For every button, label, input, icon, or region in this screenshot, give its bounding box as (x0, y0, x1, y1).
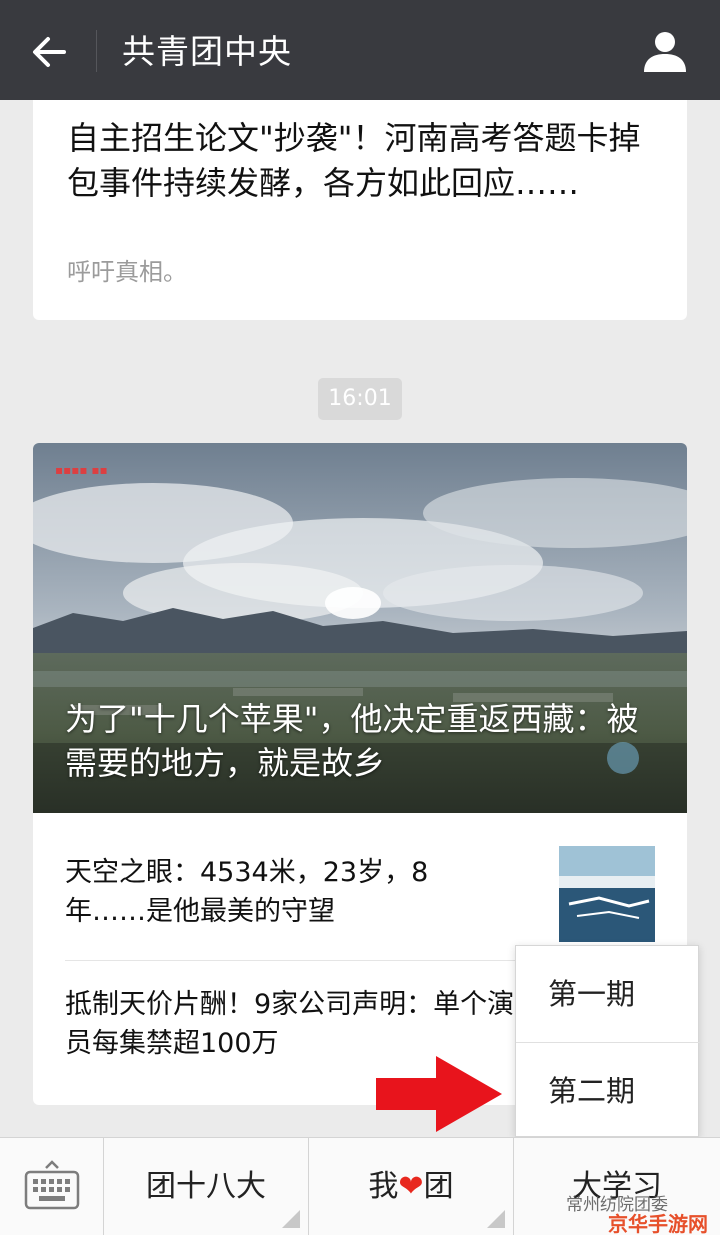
keyboard-icon (24, 1160, 80, 1210)
submenu-indicator-icon (282, 1210, 300, 1228)
profile-icon[interactable] (640, 26, 690, 76)
menu-item-love-league[interactable]: 我❤团 (309, 1138, 514, 1235)
menu-item-congress[interactable]: 团十八大 (104, 1138, 309, 1235)
article-item-title: 天空之眼：4534米，23岁，8年……是他最美的守望 (65, 857, 429, 927)
keyboard-toggle[interactable] (0, 1138, 104, 1235)
article-card-previous[interactable]: 自主招生论文"抄袭"！河南高考答题卡掉包事件持续发酵，各方如此回应…… 呼吁真相… (33, 100, 687, 320)
red-arrow-icon (374, 1054, 504, 1134)
heart-icon: ❤ (398, 1169, 424, 1204)
message-timestamp: 16:01 (318, 378, 402, 420)
submenu-popup: 第一期 第二期 (515, 945, 700, 1138)
watermark-logo-text: 京华手游网 (608, 1212, 708, 1235)
hero-stamp: ▪▪▪▪ ▪▪ (55, 463, 108, 477)
hero-article[interactable]: ▪▪▪▪ ▪▪ 为了"十几个苹果"，他决定重返西藏：被需要的地方，就是故乡 (33, 443, 687, 813)
chat-page: 共青团中央 自主招生论文"抄袭"！河南高考答题卡掉包事件持续发酵，各方如此回应…… (0, 0, 720, 1235)
page-title: 共青团中央 (122, 32, 292, 71)
article-item-title: 抵制天价片酬！9家公司声明：单个演员每集禁超100万 (65, 989, 515, 1059)
submenu-item-second[interactable]: 第二期 (516, 1042, 700, 1138)
menu-label: 团十八大 (146, 1169, 266, 1204)
article-title: 自主招生论文"抄袭"！河南高考答题卡掉包事件持续发酵，各方如此回应…… (67, 119, 641, 202)
back-arrow-icon[interactable] (26, 28, 74, 76)
submenu-indicator-icon (487, 1210, 505, 1228)
submenu-item-first[interactable]: 第一期 (516, 946, 700, 1042)
article-thumbnail (559, 846, 655, 942)
article-description: 呼吁真相。 (67, 258, 187, 286)
menu-label: 团 (423, 1169, 454, 1204)
menu-label: 我 (368, 1169, 399, 1204)
hero-caption: 为了"十几个苹果"，他决定重返西藏：被需要的地方，就是故乡 (65, 700, 639, 782)
header-divider (96, 30, 97, 72)
top-bar: 共青团中央 (0, 0, 720, 100)
